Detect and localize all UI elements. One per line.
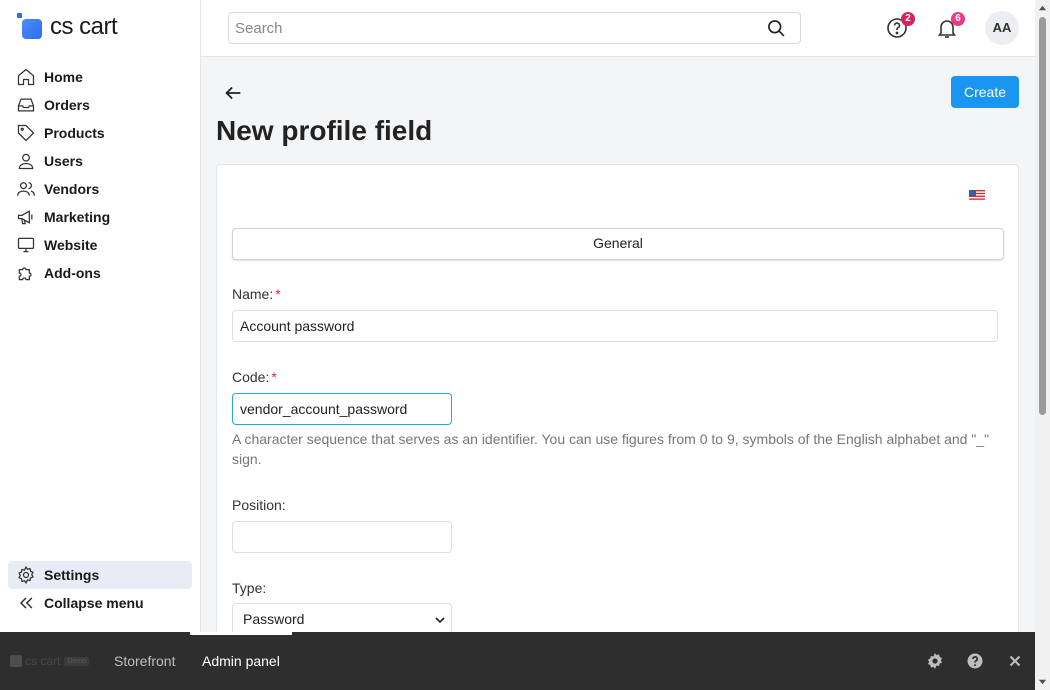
required-mark: * [271,369,277,385]
bottom-logo-text: cs cart [25,654,61,668]
sidebar-item-label: Home [44,69,83,85]
type-select[interactable]: Password [232,603,452,635]
type-label: Type: [232,580,267,596]
brand-logo[interactable]: cs cart [16,12,118,42]
user-icon [18,153,34,170]
tab-admin-panel[interactable]: Admin panel [190,632,292,690]
double-chevron-left-icon [19,597,33,609]
sidebar-item-addons[interactable]: Add-ons [8,259,192,287]
close-icon[interactable] [1006,652,1024,670]
scroll-down-arrow-icon[interactable] [1038,677,1047,686]
scrollbar-thumb[interactable] [1039,17,1046,415]
code-field[interactable] [232,393,452,425]
sidebar-item-label: Users [44,153,83,169]
gear-icon[interactable] [926,652,944,670]
position-field[interactable] [232,521,452,553]
megaphone-icon [17,210,33,225]
logo-mark-icon [10,655,22,667]
sidebar-item-home[interactable]: Home [8,63,192,91]
sidebar-item-orders[interactable]: Orders [8,91,192,119]
create-button[interactable]: Create [951,76,1019,108]
tab-general[interactable]: General [232,228,1004,260]
sidebar: cs cart Home Orders Products Users Vendo… [0,0,201,632]
gear-icon [18,565,34,585]
sidebar-item-label: Marketing [44,209,111,225]
collapse-menu-button[interactable]: Collapse menu [8,589,192,617]
flag-us-icon[interactable] [969,190,985,201]
notifications-badge: 6 [951,12,965,26]
back-arrow-icon[interactable] [222,82,244,104]
type-select-value: Password [243,611,305,627]
monitor-icon [17,237,35,253]
page-scrollbar[interactable] [1035,0,1050,690]
required-mark: * [275,286,281,302]
sidebar-item-label: Collapse menu [44,595,144,611]
sidebar-item-label: Orders [44,97,90,113]
sidebar-item-marketing[interactable]: Marketing [8,203,192,231]
notifications-button[interactable]: 6 [935,12,965,40]
sidebar-item-label: Vendors [44,181,100,197]
search-icon[interactable] [766,18,786,38]
name-label: Name: * [232,286,281,302]
name-field[interactable] [232,310,998,342]
puzzle-icon [18,267,32,281]
search-input[interactable] [229,13,749,43]
help-circle-icon[interactable] [966,652,984,670]
position-label: Position: [232,497,286,513]
sidebar-bottom: Settings Collapse menu [8,561,192,617]
main-nav: Home Orders Products Users Vendors Marke… [8,63,192,287]
logo-mark-icon [16,13,44,41]
tab-storefront[interactable]: Storefront [102,632,187,690]
help-button[interactable]: 2 [885,12,915,40]
home-icon [17,68,35,86]
brand-name: cs cart [50,13,118,40]
inbox-icon [17,98,35,112]
bottom-logo: cs cart Demo [10,654,90,668]
page-title: New profile field [216,115,433,146]
sidebar-item-users[interactable]: Users [8,147,192,175]
sidebar-item-settings[interactable]: Settings [8,561,192,589]
sidebar-item-products[interactable]: Products [8,119,192,147]
scroll-up-arrow-icon[interactable] [1038,4,1047,13]
tag-icon [17,124,35,142]
help-badge: 2 [901,12,915,26]
users-icon [17,182,35,196]
avatar[interactable]: AA [985,11,1019,45]
sidebar-item-vendors[interactable]: Vendors [8,175,192,203]
search-box [228,12,801,44]
chevron-down-icon [435,617,445,624]
sidebar-item-label: Products [44,125,105,141]
top-bar: 2 6 AA [201,0,1035,57]
profile-field-form: General Name:* Code:* A character sequen… [216,164,1019,644]
sidebar-item-label: Website [44,237,98,253]
code-label: Code: * [232,369,277,385]
demo-badge: Demo [64,656,90,666]
sidebar-item-website[interactable]: Website [8,231,192,259]
code-help-text: A character sequence that serves as an i… [232,431,990,467]
sidebar-item-label: Add-ons [44,265,101,281]
bottom-bar: cs cart Demo Storefront Admin panel [0,632,1035,690]
sidebar-item-label: Settings [44,567,100,583]
